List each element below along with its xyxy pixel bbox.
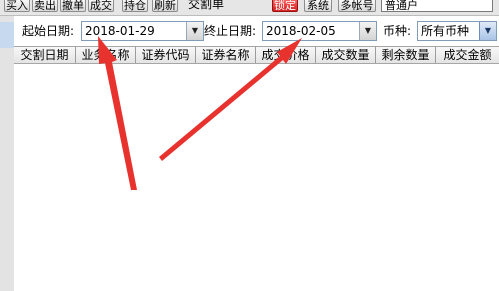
filter-bar: 起始日期: 2018-01-29 ▼ 终止日期: 2018-02-05 ▼ 币种… xyxy=(14,16,499,46)
toolbar: 买入 卖出 撤单 成交 持仓 刷新 交割单 锁定 系统 多帐号 普通户 xyxy=(0,0,499,16)
column-header-security-code[interactable]: 证券代码 xyxy=(136,47,196,63)
left-side-panel xyxy=(0,16,15,291)
end-date-picker[interactable]: 2018-02-05 ▼ xyxy=(262,21,377,41)
refresh-button[interactable]: 刷新 xyxy=(152,0,178,12)
left-side-selected-tab[interactable] xyxy=(0,22,14,48)
system-button[interactable]: 系统 xyxy=(304,0,332,12)
end-date-value: 2018-02-05 xyxy=(266,24,336,38)
column-header-remaining-quantity[interactable]: 剩余数量 xyxy=(376,47,436,63)
currency-label: 币种: xyxy=(383,24,412,38)
deals-button[interactable]: 成交 xyxy=(88,0,114,12)
end-date-label: 终止日期: xyxy=(204,24,257,38)
buy-button[interactable]: 买入 xyxy=(4,0,30,12)
chevron-down-icon[interactable]: ▼ xyxy=(479,22,496,40)
currency-select[interactable]: 所有币种 ▼ xyxy=(417,21,497,41)
cancel-order-button[interactable]: 撤单 xyxy=(60,0,86,12)
column-header-business-name[interactable]: 业务名称 xyxy=(76,47,136,63)
grid-body[interactable] xyxy=(14,64,499,291)
positions-button[interactable]: 持仓 xyxy=(122,0,148,12)
start-date-picker[interactable]: 2018-01-29 ▼ xyxy=(81,21,204,41)
column-header-settlement-date[interactable]: 交割日期 xyxy=(14,47,76,63)
sell-button[interactable]: 卖出 xyxy=(32,0,58,12)
multi-account-button[interactable]: 多帐号 xyxy=(338,0,376,12)
chevron-down-icon[interactable]: ▼ xyxy=(359,22,376,40)
column-header-deal-amount[interactable]: 成交金额 xyxy=(436,47,499,63)
grid-header: 交割日期 业务名称 证券代码 证券名称 成交价格 成交数量 剩余数量 成交金额 xyxy=(14,46,499,64)
lock-button[interactable]: 锁定 xyxy=(272,0,298,12)
column-header-deal-price[interactable]: 成交价格 xyxy=(256,47,316,63)
column-header-security-name[interactable]: 证券名称 xyxy=(196,47,256,63)
start-date-label: 起始日期: xyxy=(22,24,75,38)
start-date-value: 2018-01-29 xyxy=(85,24,155,38)
currency-value: 所有币种 xyxy=(421,24,470,38)
account-field[interactable]: 普通户 xyxy=(381,0,493,12)
chevron-down-icon[interactable]: ▼ xyxy=(186,22,203,40)
column-header-deal-quantity[interactable]: 成交数量 xyxy=(316,47,376,63)
mode-label: 交割单 xyxy=(188,0,225,11)
